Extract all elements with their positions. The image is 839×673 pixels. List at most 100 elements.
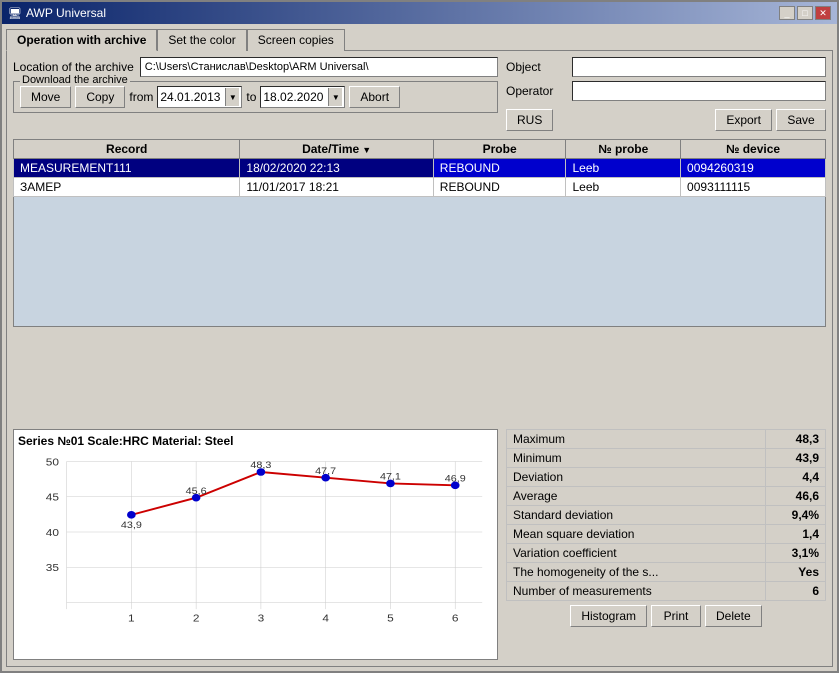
col-probe-num: № probe [566,140,681,159]
svg-text:43,9: 43,9 [121,521,142,531]
tab-set-the-color[interactable]: Set the color [157,29,246,51]
table-header-row: Record Date/Time▼ Probe № probe № device [14,140,826,159]
title-bar: 🖥 AWP Universal _ □ ✕ [2,2,837,24]
stat-value: 6 [766,582,826,601]
histogram-button[interactable]: Histogram [570,605,647,627]
tab-screen-copies[interactable]: Screen copies [247,29,345,51]
operator-input[interactable] [572,81,826,101]
object-label: Object [506,60,566,74]
stats-row: Maximum48,3 [507,430,826,449]
svg-text:47,1: 47,1 [380,472,401,482]
from-date-field[interactable] [160,90,225,104]
svg-text:6: 6 [452,613,459,624]
delete-button[interactable]: Delete [705,605,762,627]
stat-label: Number of measurements [507,582,766,601]
right-panel: Object Operator RUS Export Save [506,57,826,131]
stat-label: Minimum [507,449,766,468]
chart-point-1 [127,511,136,519]
table-cell: REBOUND [433,178,566,197]
svg-text:1: 1 [128,613,135,624]
table-cell: 18/02/2020 22:13 [240,159,433,178]
stats-row: Number of measurements6 [507,582,826,601]
stat-label: Mean square deviation [507,525,766,544]
table-cell: Leeb [566,159,681,178]
svg-text:45,6: 45,6 [186,486,207,496]
maximize-button[interactable]: □ [797,6,813,20]
to-date-dropdown[interactable]: ▼ [328,88,342,106]
stat-value: 48,3 [766,430,826,449]
table-row[interactable]: MEASUREMENT11118/02/2020 22:13REBOUNDLee… [14,159,826,178]
main-window: 🖥 AWP Universal _ □ ✕ Operation with arc… [0,0,839,673]
stat-value: 1,4 [766,525,826,544]
from-label: from [129,90,153,104]
to-date-input[interactable]: ▼ [260,86,345,108]
col-record: Record [14,140,240,159]
col-datetime: Date/Time▼ [240,140,433,159]
stat-value: 46,6 [766,487,826,506]
to-date-field[interactable] [263,90,328,104]
table-empty-area [13,197,826,327]
svg-text:45: 45 [46,492,59,503]
stats-row: Variation coefficient3,1% [507,544,826,563]
table-cell: ЗАМЕР [14,178,240,197]
svg-text:5: 5 [387,613,394,624]
rus-button[interactable]: RUS [506,109,553,131]
stats-area: Maximum48,3Minimum43,9Deviation4,4Averag… [506,429,826,660]
close-button[interactable]: ✕ [815,6,831,20]
save-button[interactable]: Save [776,109,826,131]
stat-value: 4,4 [766,468,826,487]
archive-location-label: Location of the archive [13,60,134,74]
svg-text:4: 4 [322,613,329,624]
object-input[interactable] [572,57,826,77]
records-table-section: Record Date/Time▼ Probe № probe № device… [13,139,826,421]
tab-bar: Operation with archive Set the color Scr… [6,28,833,50]
svg-text:2: 2 [193,613,200,624]
stats-row: Mean square deviation1,4 [507,525,826,544]
archive-path-input[interactable] [140,57,498,77]
app-icon: 🖥 [8,7,22,20]
from-date-dropdown[interactable]: ▼ [225,88,239,106]
chart-svg: 50 45 40 35 1 2 3 4 5 6 [18,452,493,652]
abort-button[interactable]: Abort [349,86,400,108]
window-title: AWP Universal [26,6,106,20]
table-cell: MEASUREMENT111 [14,159,240,178]
from-date-input[interactable]: ▼ [157,86,242,108]
svg-text:3: 3 [258,613,265,624]
svg-text:35: 35 [46,563,59,574]
download-group: Download the archive Move Copy from ▼ to [13,81,498,113]
stat-label: Standard deviation [507,506,766,525]
table-row[interactable]: ЗАМЕР11/01/2017 18:21REBOUNDLeeb00931111… [14,178,826,197]
stat-value: 9,4% [766,506,826,525]
col-device-num: № device [681,140,826,159]
minimize-button[interactable]: _ [779,6,795,20]
tab-operation-with-archive[interactable]: Operation with archive [6,29,157,51]
svg-text:50: 50 [46,457,59,468]
operator-label: Operator [506,84,566,98]
stats-table: Maximum48,3Minimum43,9Deviation4,4Averag… [506,429,826,601]
chart-area: Series №01 Scale:HRC Material: Steel [13,429,498,660]
chart-line [131,472,455,515]
stats-row: The homogeneity of the s...Yes [507,563,826,582]
window-content: Operation with archive Set the color Scr… [2,24,837,671]
export-button[interactable]: Export [715,109,772,131]
move-button[interactable]: Move [20,86,71,108]
to-label: to [246,90,256,104]
right-buttons: RUS Export Save [506,109,826,131]
svg-text:40: 40 [46,527,59,538]
top-section: Location of the archive Download the arc… [13,57,826,131]
table-cell: 11/01/2017 18:21 [240,178,433,197]
print-button[interactable]: Print [651,605,701,627]
stat-value: 43,9 [766,449,826,468]
stat-value: Yes [766,563,826,582]
svg-text:47,7: 47,7 [315,466,336,476]
svg-text:46,9: 46,9 [445,474,466,484]
copy-button[interactable]: Copy [75,86,125,108]
table-cell: 0093111115 [681,178,826,197]
title-bar-left: 🖥 AWP Universal [8,6,106,20]
col-probe: Probe [433,140,566,159]
stats-row: Average46,6 [507,487,826,506]
table-cell: REBOUND [433,159,566,178]
records-table: Record Date/Time▼ Probe № probe № device… [13,139,826,197]
stats-row: Minimum43,9 [507,449,826,468]
bottom-section: Series №01 Scale:HRC Material: Steel [13,429,826,660]
